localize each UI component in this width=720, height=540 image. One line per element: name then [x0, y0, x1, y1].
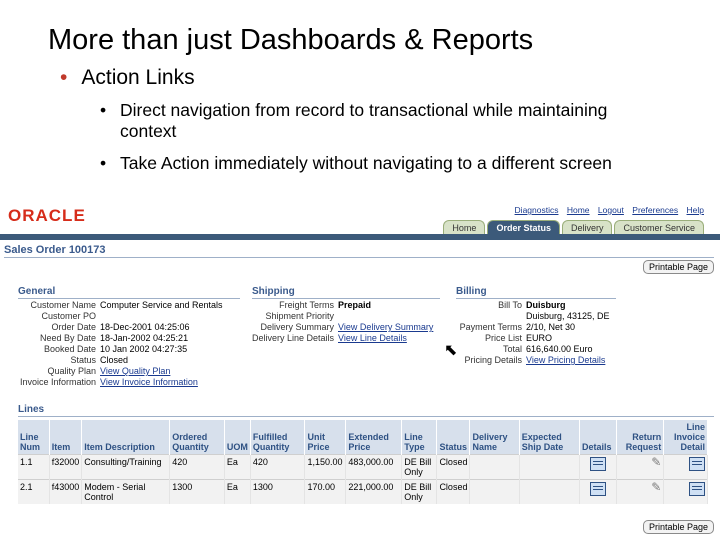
table-header-row: Line Num Item Item Description Ordered Q…: [18, 420, 708, 455]
col-item-description: Item Description: [81, 420, 171, 455]
lines-heading: Lines: [18, 404, 45, 415]
general-section: Customer Name Computer Service and Rental…: [19, 300, 223, 388]
col-expected-ship-date: Expected Ship Date: [519, 420, 581, 455]
app-screenshot: ORACLE Diagnostics Home Logout Preferenc…: [0, 198, 720, 540]
tab-underline: [0, 234, 720, 240]
global-links: Diagnostics Home Logout Preferences Help: [509, 205, 704, 215]
col-line-invoice-detail: Line Invoice Detail: [663, 420, 708, 455]
return-request-pencil-icon[interactable]: ✎: [651, 456, 661, 468]
view-quality-plan-link[interactable]: View Quality Plan: [100, 366, 170, 377]
col-delivery-name: Delivery Name: [469, 420, 520, 455]
return-request-pencil-icon[interactable]: ✎: [651, 481, 661, 493]
preferences-link[interactable]: Preferences: [632, 205, 678, 215]
oracle-logo: ORACLE: [8, 206, 86, 225]
col-return-request: Return Request: [616, 420, 665, 455]
printable-page-button-bottom[interactable]: Printable Page: [642, 520, 714, 534]
logout-link[interactable]: Logout: [598, 205, 624, 215]
home-link[interactable]: Home: [567, 205, 590, 215]
col-line-num: Line Num: [18, 420, 50, 455]
sub-bullet-1: • Direct navigation from record to transa…: [100, 100, 608, 141]
diagnostics-link[interactable]: Diagnostics: [515, 205, 559, 215]
billing-heading: Billing: [456, 286, 487, 297]
view-line-details-link[interactable]: View Line Details: [338, 333, 407, 344]
page-title: Sales Order 100173: [4, 244, 106, 256]
printable-page-button[interactable]: Printable Page: [642, 260, 714, 274]
tab-home[interactable]: Home: [443, 220, 486, 235]
mouse-cursor-icon: ⬉: [444, 342, 458, 359]
bullet-action-links: • Action Links: [60, 66, 195, 89]
invoice-detail-icon[interactable]: [689, 457, 705, 471]
col-extended-price: Extended Price: [345, 420, 403, 455]
details-icon[interactable]: [589, 457, 606, 471]
col-details: Details: [579, 420, 617, 455]
shipping-section: Freight Terms Prepaid Shipment Priority D…: [251, 300, 434, 344]
col-item: Item: [49, 420, 83, 455]
shipping-heading: Shipping: [252, 286, 295, 297]
view-delivery-summary-link[interactable]: View Delivery Summary: [338, 322, 433, 333]
view-invoice-information-link[interactable]: View Invoice Information: [100, 377, 198, 388]
col-fulfilled-quantity: Fulfilled Quantity: [250, 420, 306, 455]
tab-bar: Home Order Status Delivery Customer Serv…: [441, 220, 704, 235]
general-heading: General: [18, 286, 56, 297]
table-row: 2.1 f43000 Modem - Serial Control 1300 E…: [18, 479, 708, 504]
tab-delivery[interactable]: Delivery: [561, 220, 613, 235]
billing-section: Bill To Duisburg Duisburg, 43125, DE Paym…: [459, 300, 610, 366]
invoice-detail-icon[interactable]: [689, 482, 705, 496]
col-ordered-quantity: Ordered Quantity: [169, 420, 225, 455]
sub-bullet-2: • Take Action immediately without navigat…: [100, 153, 612, 173]
col-unit-price: Unit Price: [304, 420, 347, 455]
view-pricing-details-link[interactable]: View Pricing Details: [526, 355, 605, 366]
tab-order-status[interactable]: Order Status: [487, 220, 560, 235]
details-icon[interactable]: [589, 482, 606, 496]
col-uom: UOM: [224, 420, 251, 455]
col-status: Status: [436, 420, 471, 455]
bullet-dot: •: [60, 66, 68, 89]
lines-table: Line Num Item Item Description Ordered Q…: [18, 420, 708, 504]
tab-customer-service[interactable]: Customer Service: [614, 220, 704, 235]
slide-title: More than just Dashboards & Reports: [48, 24, 534, 56]
help-link[interactable]: Help: [687, 205, 704, 215]
col-line-type: Line Type: [401, 420, 438, 455]
table-row: 1.1 f32000 Consulting/Training 420 Ea 42…: [18, 454, 708, 480]
